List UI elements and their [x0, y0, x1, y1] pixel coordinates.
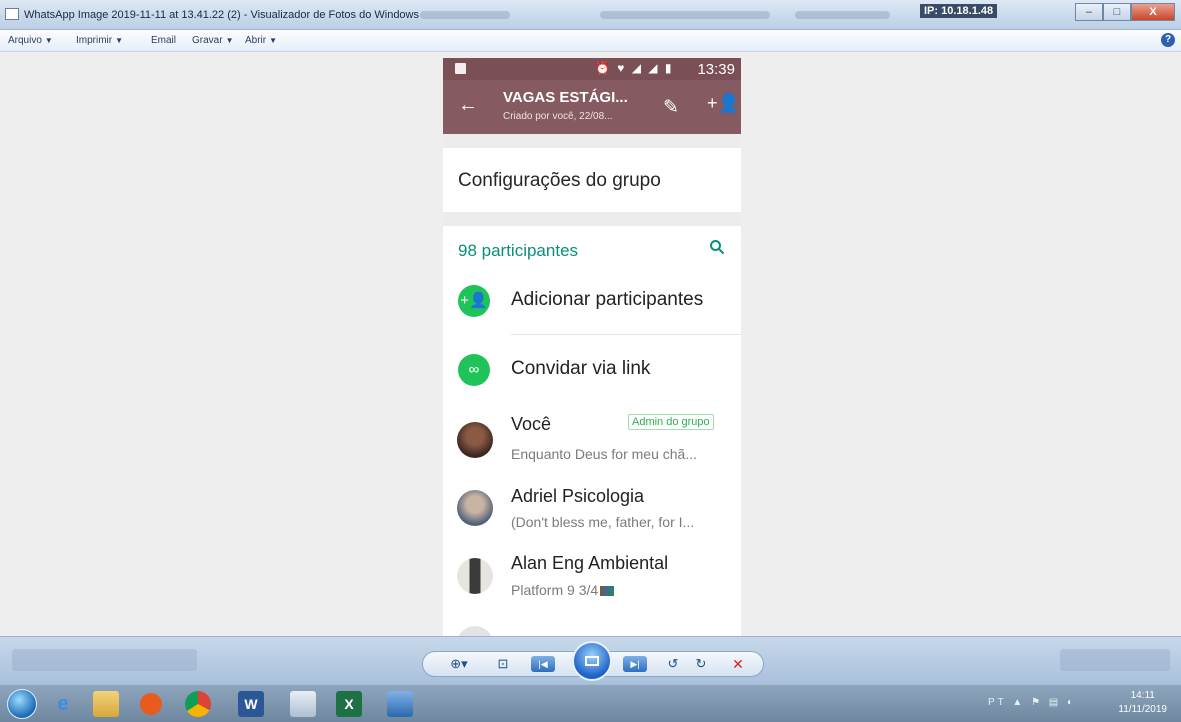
background-tab-placeholder [600, 11, 770, 19]
file-explorer-icon[interactable] [93, 691, 119, 717]
background-window-placeholder [12, 649, 197, 671]
menu-email[interactable]: Email [151, 35, 176, 46]
member-status: Platform 9 3/4 [511, 582, 615, 598]
ip-address-badge: IP: 10.18.1.48 [920, 4, 998, 18]
previous-button[interactable]: |◀ [531, 656, 555, 672]
invite-via-link-label: Convidar via link [511, 358, 651, 379]
link-icon: ∞ [458, 354, 490, 386]
status-icons: ⏰ ♥ ◢ ◢ ▮ [595, 61, 674, 75]
system-tray: PT ▲ ⚑ ▤ ◐ [988, 697, 1077, 708]
rotate-clockwise-button[interactable]: ↻ [693, 656, 709, 672]
minimize-button[interactable]: – [1075, 3, 1103, 21]
chevron-down-icon: ▼ [115, 36, 124, 45]
language-indicator[interactable]: PT [988, 697, 1007, 708]
actual-size-button[interactable]: ⊡ [493, 656, 513, 672]
taskbar-clock[interactable]: 14:11 11/11/2019 [1118, 689, 1167, 717]
notification-icon [455, 63, 466, 74]
avatar [457, 490, 493, 526]
group-settings-label: Configurações do grupo [458, 170, 661, 191]
group-name: VAGAS ESTÁGI... [503, 89, 628, 106]
back-arrow-icon: ← [458, 94, 478, 116]
slideshow-icon [585, 656, 599, 666]
menu-arquivo[interactable]: Arquivo ▼ [8, 35, 53, 46]
member-status: Enquanto Deus for meu chã... [511, 446, 697, 462]
avatar [457, 558, 493, 594]
clock-time: 14:11 [1130, 690, 1155, 701]
background-tab-placeholder [420, 11, 510, 19]
internet-explorer-icon[interactable]: e [50, 691, 76, 717]
member-name: Alan Eng Ambiental [511, 553, 669, 573]
media-player-icon[interactable] [140, 693, 162, 715]
pencil-icon: ✎ [663, 97, 679, 118]
section-separator [443, 134, 741, 148]
photo-viewer-app-icon [5, 8, 19, 20]
chevron-down-icon: ▼ [269, 36, 278, 45]
delete-button[interactable]: ✕ [729, 656, 747, 672]
admin-badge: Admin do grupo [628, 414, 714, 430]
add-participants-label: Adicionar participantes [511, 289, 704, 310]
avatar [457, 422, 493, 458]
chevron-down-icon: ▼ [44, 36, 53, 45]
group-subtitle: Criado por você, 22/08... [503, 111, 613, 122]
row-divider [511, 334, 741, 335]
next-button[interactable]: ▶| [623, 656, 647, 672]
windows-taskbar: e W X PT ▲ ⚑ ▤ ◐ 14:11 11/11/2019 [0, 684, 1181, 722]
help-icon[interactable]: ? [1161, 33, 1175, 47]
displayed-image: ⏰ ♥ ◢ ◢ ▮ 13:39 ← VAGAS ESTÁGI... Criado… [443, 58, 741, 636]
menu-imprimir[interactable]: Imprimir ▼ [76, 35, 123, 46]
close-window-button[interactable]: X [1131, 3, 1175, 21]
avatar [457, 626, 493, 636]
rotate-counterclockwise-button[interactable]: ↺ [665, 656, 681, 672]
phone-time: 13:39 [697, 61, 735, 78]
photo-viewer-taskbar-icon[interactable] [387, 691, 413, 717]
member-name: Você [511, 414, 552, 434]
viewer-control-bar: ⊕▾ ⊡ |◀ ▶| ↺ ↻ ✕ [0, 636, 1181, 684]
background-tab-placeholder [795, 11, 890, 19]
search-icon [709, 239, 725, 260]
add-participant-icon: +👤 [707, 93, 740, 113]
slideshow-button[interactable] [572, 641, 612, 681]
section-separator [443, 212, 741, 226]
window-title-bar: WhatsApp Image 2019-11-11 at 13.41.22 (2… [0, 0, 1181, 30]
member-name: Adriel Psicologia [511, 486, 645, 506]
background-window-placeholder [1060, 649, 1170, 671]
add-participant-icon: +👤 [458, 285, 490, 317]
notepad-icon[interactable] [290, 691, 316, 717]
menu-gravar[interactable]: Gravar ▼ [192, 35, 233, 46]
start-button[interactable] [7, 689, 37, 719]
maximize-button[interactable]: □ [1103, 3, 1131, 21]
excel-icon[interactable]: X [336, 691, 362, 717]
emoji-image [600, 586, 615, 596]
clock-date: 11/11/2019 [1118, 704, 1167, 715]
participants-count: 98 participantes [458, 241, 579, 260]
menu-abrir[interactable]: Abrir ▼ [245, 35, 277, 46]
word-icon[interactable]: W [238, 691, 264, 717]
chrome-icon[interactable] [185, 691, 211, 717]
chevron-down-icon: ▼ [225, 36, 234, 45]
menu-bar: Arquivo ▼ Imprimir ▼ Email Gravar ▼ Abrir ▼ … [0, 30, 1181, 52]
window-title: WhatsApp Image 2019-11-11 at 13.41.22 (2… [24, 9, 419, 21]
zoom-button[interactable]: ⊕▾ [445, 656, 473, 672]
group-app-bar: ← VAGAS ESTÁGI... Criado por você, 22/08… [443, 80, 741, 134]
phone-status-bar: ⏰ ♥ ◢ ◢ ▮ 13:39 [443, 58, 741, 80]
member-status: (Don't bless me, father, for I... [511, 514, 695, 530]
